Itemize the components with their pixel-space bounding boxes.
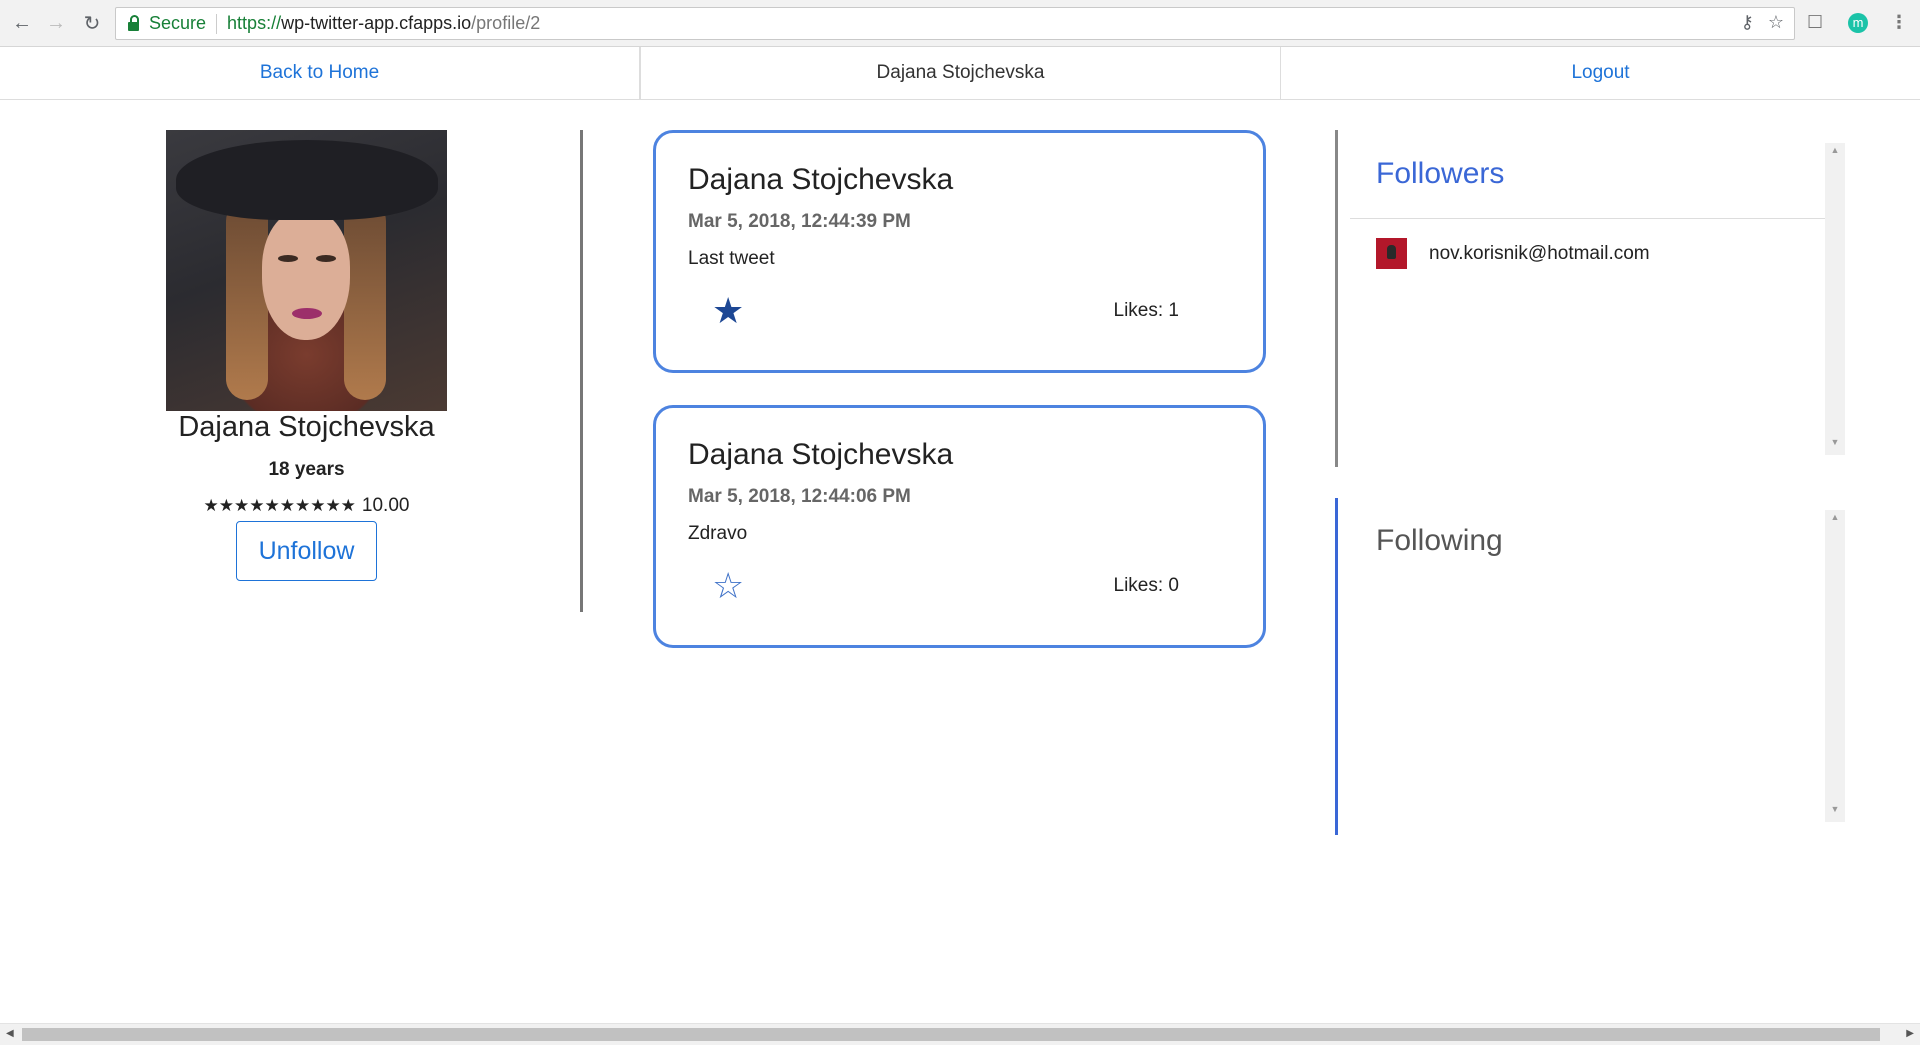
photo-face xyxy=(262,210,350,340)
kebab-menu-icon[interactable]: ⋮ xyxy=(1890,12,1908,33)
lock-icon xyxy=(128,15,139,31)
url-path: /profile/2 xyxy=(471,13,541,33)
extension-m-icon[interactable]: m xyxy=(1848,13,1868,33)
rating-stars-icon: ★★★★★★★★★★ xyxy=(203,496,356,515)
rating-value: 10.00 xyxy=(361,495,410,516)
scroll-down-icon[interactable]: ▼ xyxy=(1825,437,1845,453)
unfollow-button[interactable]: Unfollow xyxy=(236,521,377,581)
tweet-text: Zdravo xyxy=(688,523,748,544)
following-scrollbar[interactable]: ▲ ▼ xyxy=(1825,510,1845,822)
tweet-date: Mar 5, 2018, 12:44:39 PM xyxy=(688,211,911,232)
photo-lips xyxy=(292,308,322,319)
reload-icon[interactable]: ↻ xyxy=(78,9,106,37)
back-arrow-icon[interactable]: ← xyxy=(8,9,36,37)
followers-title: Followers xyxy=(1376,157,1505,190)
tweet-likes: Likes: 1 xyxy=(1113,300,1179,321)
follower-item[interactable]: nov.korisnik@hotmail.com xyxy=(1376,238,1650,269)
tweet-date: Mar 5, 2018, 12:44:06 PM xyxy=(688,486,911,507)
tweet-likes: Likes: 0 xyxy=(1113,575,1179,596)
scrollbar-thumb[interactable] xyxy=(22,1028,1880,1041)
tweet-author: Dajana Stojchevska xyxy=(688,438,954,471)
tab-current-user[interactable]: Dajana Stojchevska xyxy=(640,47,1281,99)
photo-hair-left xyxy=(226,200,268,400)
column-divider xyxy=(580,130,583,612)
tab-logout[interactable]: Logout xyxy=(1281,47,1920,99)
url-scheme: https:// xyxy=(227,13,282,33)
tweet-text: Last tweet xyxy=(688,248,775,269)
scroll-right-icon[interactable]: ▶ xyxy=(1906,1028,1914,1039)
profile-age: 18 years xyxy=(268,459,345,480)
omnibox-separator xyxy=(216,13,218,34)
scroll-left-icon[interactable]: ◀ xyxy=(6,1028,14,1039)
url-host: wp-twitter-app.cfapps.io xyxy=(281,13,472,33)
like-star-filled-icon[interactable]: ★ xyxy=(712,293,744,329)
follower-avatar xyxy=(1376,238,1407,269)
follower-email: nov.korisnik@hotmail.com xyxy=(1429,242,1650,264)
tab-back-to-home[interactable]: Back to Home xyxy=(0,47,640,99)
photo-eye-left xyxy=(278,255,298,262)
following-title: Following xyxy=(1376,524,1503,557)
photo-eye-right xyxy=(316,255,336,262)
address-bar[interactable]: Secure https:// wp-twitter-app.cfapps.io… xyxy=(115,7,1795,40)
scroll-down-icon[interactable]: ▼ xyxy=(1825,804,1845,820)
forward-arrow-icon[interactable]: → xyxy=(42,9,70,37)
photo-hair-right xyxy=(344,200,386,400)
photo-hat xyxy=(176,140,438,220)
app-nav-tabs: Back to Home Dajana Stojchevska Logout xyxy=(0,47,1920,100)
followers-panel-border xyxy=(1335,130,1338,467)
browser-toolbar: ← → ↻ Secure https:// wp-twitter-app.cfa… xyxy=(0,0,1920,47)
like-star-empty-icon[interactable]: ☆ xyxy=(712,568,744,604)
scroll-up-icon[interactable]: ▲ xyxy=(1825,145,1845,161)
following-panel-border xyxy=(1335,498,1338,835)
tweet-card: Dajana Stojchevska Mar 5, 2018, 12:44:06… xyxy=(653,405,1266,648)
profile-name: Dajana Stojchevska xyxy=(178,411,435,443)
followers-scrollbar[interactable]: ▲ ▼ xyxy=(1825,143,1845,455)
tweet-card: Dajana Stojchevska Mar 5, 2018, 12:44:39… xyxy=(653,130,1266,373)
profile-photo xyxy=(166,130,447,411)
page-horizontal-scrollbar[interactable]: ◀ ▶ xyxy=(0,1023,1920,1045)
bookmark-star-icon[interactable]: ☆ xyxy=(1768,12,1784,33)
profile-rating: ★★★★★★★★★★ 10.00 xyxy=(140,495,473,517)
scroll-up-icon[interactable]: ▲ xyxy=(1825,512,1845,528)
followers-divider xyxy=(1350,218,1825,219)
key-icon[interactable]: ⚷ xyxy=(1741,12,1754,33)
tweet-author: Dajana Stojchevska xyxy=(688,163,954,196)
extension-icon[interactable]: ☐ xyxy=(1807,12,1823,33)
secure-label: Secure xyxy=(149,13,207,33)
